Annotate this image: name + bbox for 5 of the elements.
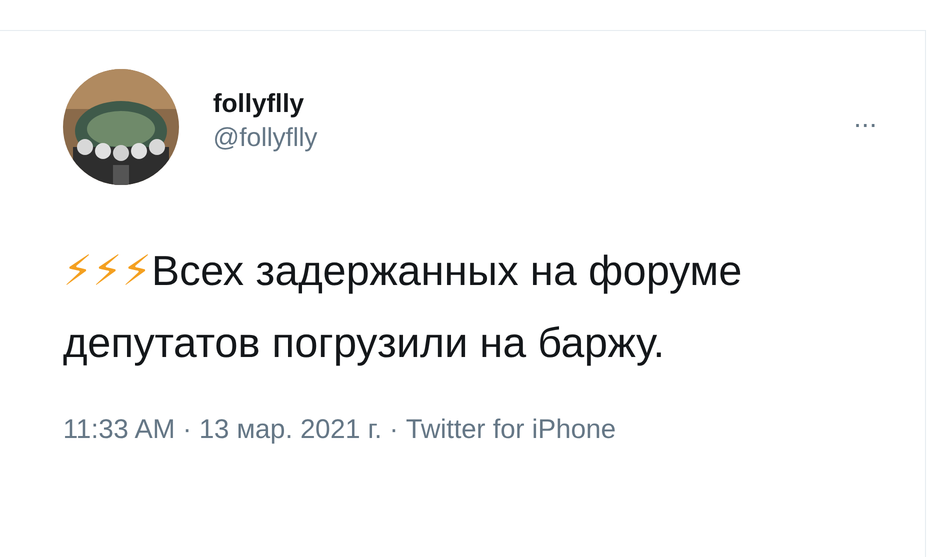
tweet-meta: 11:33 AM · 13 мар. 2021 г. · Twitter for iPhone <box>63 413 617 446</box>
author-handle[interactable]: @follyflly <box>213 120 318 154</box>
author-name[interactable]: follyflly <box>213 86 318 120</box>
more-menu[interactable]: ... <box>854 104 877 132</box>
tweet-text: ⚡⚡⚡Всех задержанных на форуме депутатов погрузили на баржу. <box>63 245 743 368</box>
